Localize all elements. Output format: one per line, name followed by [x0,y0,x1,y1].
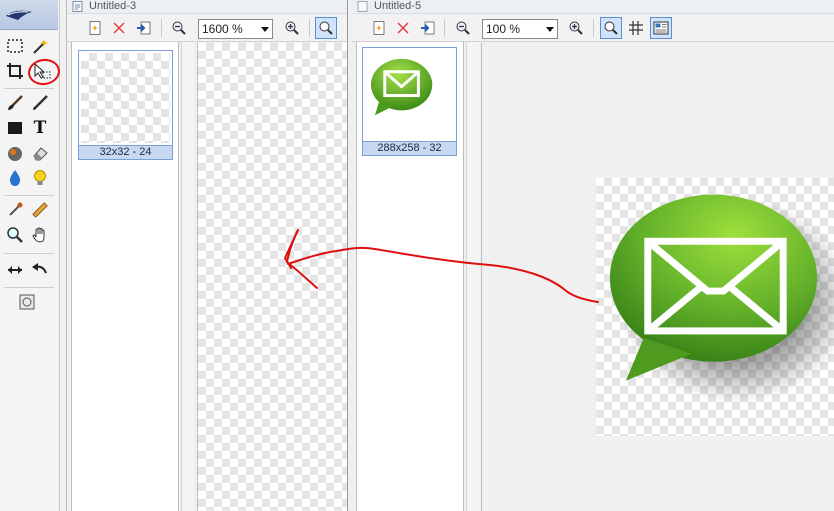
mail-bubble-icon [609,194,834,404]
image-list-scrollbar[interactable] [181,42,194,511]
pencil-icon[interactable] [29,92,51,114]
delete-image-icon[interactable] [108,17,130,39]
actual-size-zoom-icon[interactable] [600,17,622,39]
tool-palette: T [0,0,62,511]
app-logo-icon [6,10,32,20]
zoom-level-select[interactable]: 1600 % [198,19,273,39]
thumbnail-preview [365,50,454,139]
zoom-in-icon[interactable] [565,17,587,39]
document-title-bar[interactable]: Untitled-5 [352,0,834,14]
zoom-out-icon[interactable] [168,17,190,39]
palette-divider [4,287,54,288]
thumbnail-preview [81,53,170,143]
zoom-out-icon[interactable] [452,17,474,39]
palette-divider [4,195,54,196]
zoomed-canvas[interactable] [197,43,347,511]
image-thumbnail[interactable]: 32x32 - 24 [78,50,173,160]
text-tool-glyph: T [33,118,47,138]
canvas-icon[interactable] [16,291,38,313]
zoom-level-select[interactable]: 100 % [482,19,558,39]
preview-panel-icon[interactable] [650,17,672,39]
mail-bubble-icon [370,58,433,116]
toolbar-divider [593,19,594,37]
new-image-icon[interactable] [84,17,106,39]
undo-icon[interactable] [29,259,51,281]
chevron-down-icon [261,27,269,32]
image-list-scrollbar[interactable] [466,42,479,511]
new-image-icon[interactable] [368,17,390,39]
rectangle-icon[interactable] [4,117,26,139]
zoom-level-value: 1600 % [202,22,243,36]
drop-icon[interactable] [4,167,26,189]
palette-divider [4,253,54,254]
toolbar-divider [161,19,162,37]
grid-toggle-icon[interactable] [625,17,647,39]
toolbar-divider [444,19,445,37]
document-icon [357,1,368,12]
image-list-panel: 288x258 - 32 [356,42,464,511]
document-toolbar: 100 % [352,14,834,42]
hand-icon[interactable] [29,224,51,246]
document-title-bar[interactable]: Untitled-3 [67,0,347,14]
swap-icon[interactable] [4,259,26,281]
zoom-level-value: 100 % [486,22,521,36]
zoom-in-icon[interactable] [281,17,303,39]
chevron-down-icon [546,27,554,32]
toolbar-divider [309,19,310,37]
document-window-left: Untitled-3 1600 % 32x32 - 24 [66,0,348,511]
marquee-select-icon[interactable] [4,35,26,57]
actual-size-zoom-icon[interactable] [315,17,337,39]
palette-divider [4,88,54,89]
thumbnail-label: 288x258 - 32 [363,141,456,155]
palette-header [0,0,58,30]
document-window-right: Untitled-5 100 % 288x258 - 32 [352,0,834,511]
magic-wand-icon[interactable] [29,35,51,57]
document-toolbar: 1600 % [67,14,347,42]
image-thumbnail[interactable]: 288x258 - 32 [362,47,457,156]
eyedropper-icon[interactable] [4,199,26,221]
eraser-icon[interactable] [29,142,51,164]
document-title: Untitled-5 [374,0,422,12]
zoom-tool-icon[interactable] [4,224,26,246]
fill-icon[interactable] [4,142,26,164]
ruler-icon[interactable] [29,199,51,221]
import-image-icon[interactable] [133,17,155,39]
thumbnail-label: 32x32 - 24 [79,145,172,159]
brush-icon[interactable] [4,92,26,114]
canvas-area [481,43,834,511]
delete-image-icon[interactable] [392,17,414,39]
bulb-icon[interactable] [29,167,51,189]
crop-icon[interactable] [4,60,26,82]
image-canvas[interactable] [596,178,834,436]
text-icon[interactable]: T [29,117,51,139]
import-image-icon[interactable] [417,17,439,39]
document-title: Untitled-3 [89,0,137,12]
document-icon [72,1,83,12]
image-list-panel: 32x32 - 24 [71,42,179,511]
